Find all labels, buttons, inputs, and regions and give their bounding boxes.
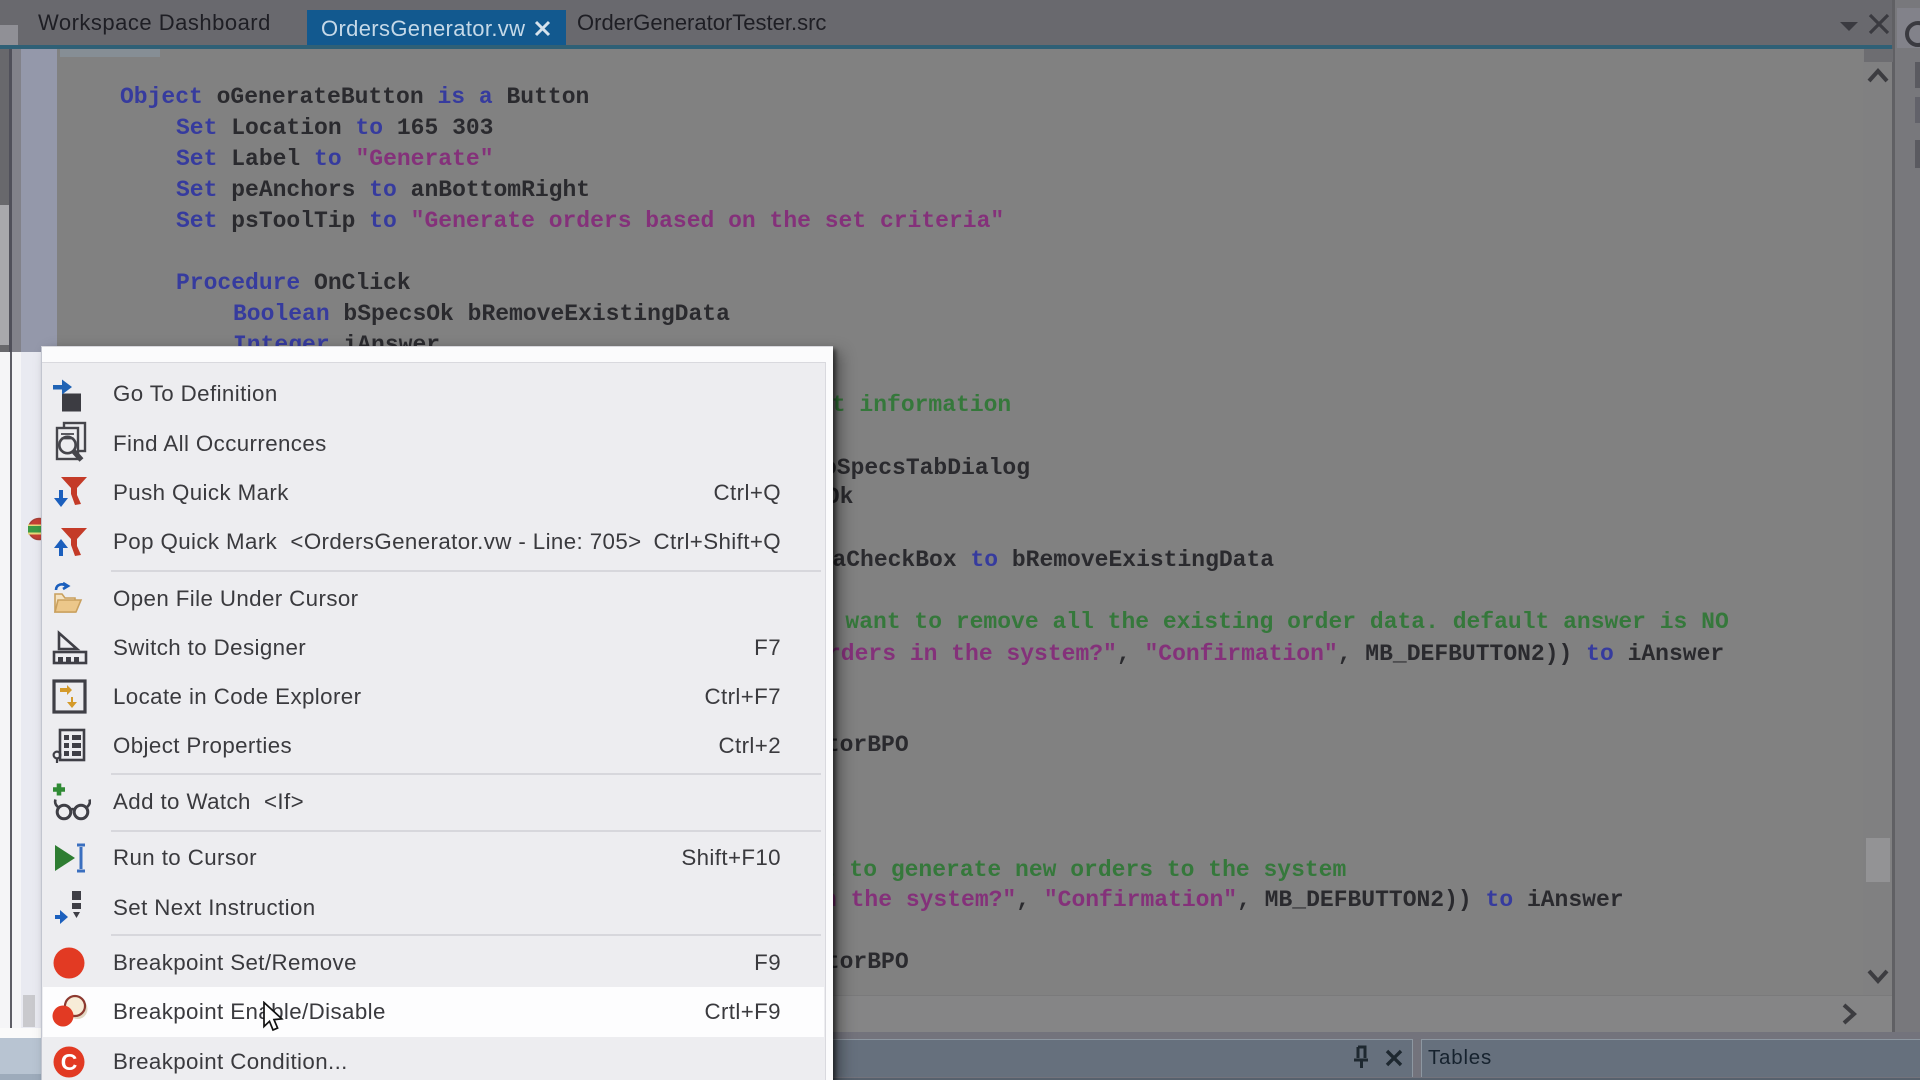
svg-text:C: C (61, 1049, 78, 1075)
